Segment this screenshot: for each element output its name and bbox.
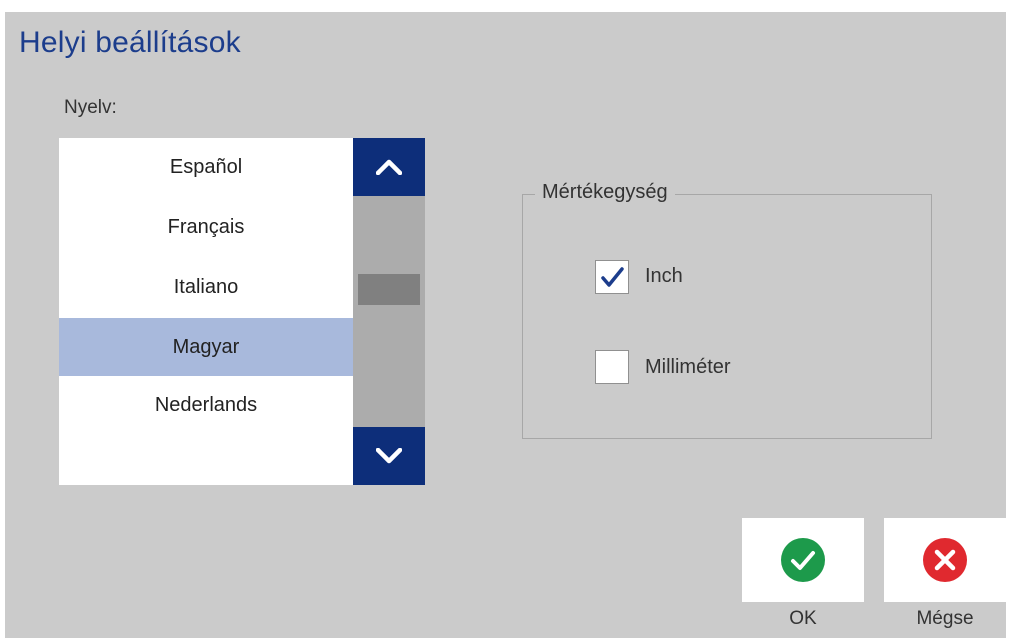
inch-checkbox[interactable]: [595, 260, 629, 294]
chevron-down-icon: [376, 448, 402, 464]
check-circle-icon: [781, 538, 825, 582]
millimeter-checkbox[interactable]: [595, 350, 629, 384]
ok-label: OK: [789, 608, 817, 629]
list-item[interactable]: Nederlands: [59, 376, 353, 434]
regional-settings-dialog: Helyi beállítások Nyelv: Español Françai…: [5, 12, 1006, 638]
list-item[interactable]: Español: [59, 138, 353, 196]
cancel-label: Mégse: [916, 608, 974, 629]
inch-label[interactable]: Inch: [645, 265, 683, 288]
millimeter-label[interactable]: Milliméter: [645, 356, 731, 379]
checkmark-icon: [601, 267, 624, 287]
scroll-up-button[interactable]: [353, 138, 425, 196]
scroll-thumb[interactable]: [358, 274, 420, 305]
cancel-button[interactable]: [884, 518, 1006, 602]
scroll-down-button[interactable]: [353, 427, 425, 485]
list-item[interactable]: Italiano: [59, 258, 353, 316]
dialog-title: Helyi beállítások: [19, 26, 241, 59]
language-label: Nyelv:: [64, 97, 117, 118]
unit-group-legend: Mértékegység: [535, 181, 675, 204]
list-item-selected[interactable]: Magyar: [59, 318, 353, 376]
list-item[interactable]: Français: [59, 198, 353, 256]
chevron-up-icon: [376, 159, 402, 175]
ok-button[interactable]: [742, 518, 864, 602]
unit-group: Mértékegység Inch Milliméter: [522, 181, 932, 439]
language-scrollbar[interactable]: [353, 138, 425, 485]
x-circle-icon: [923, 538, 967, 582]
language-list[interactable]: Español Français Italiano Magyar Nederla…: [59, 138, 353, 485]
